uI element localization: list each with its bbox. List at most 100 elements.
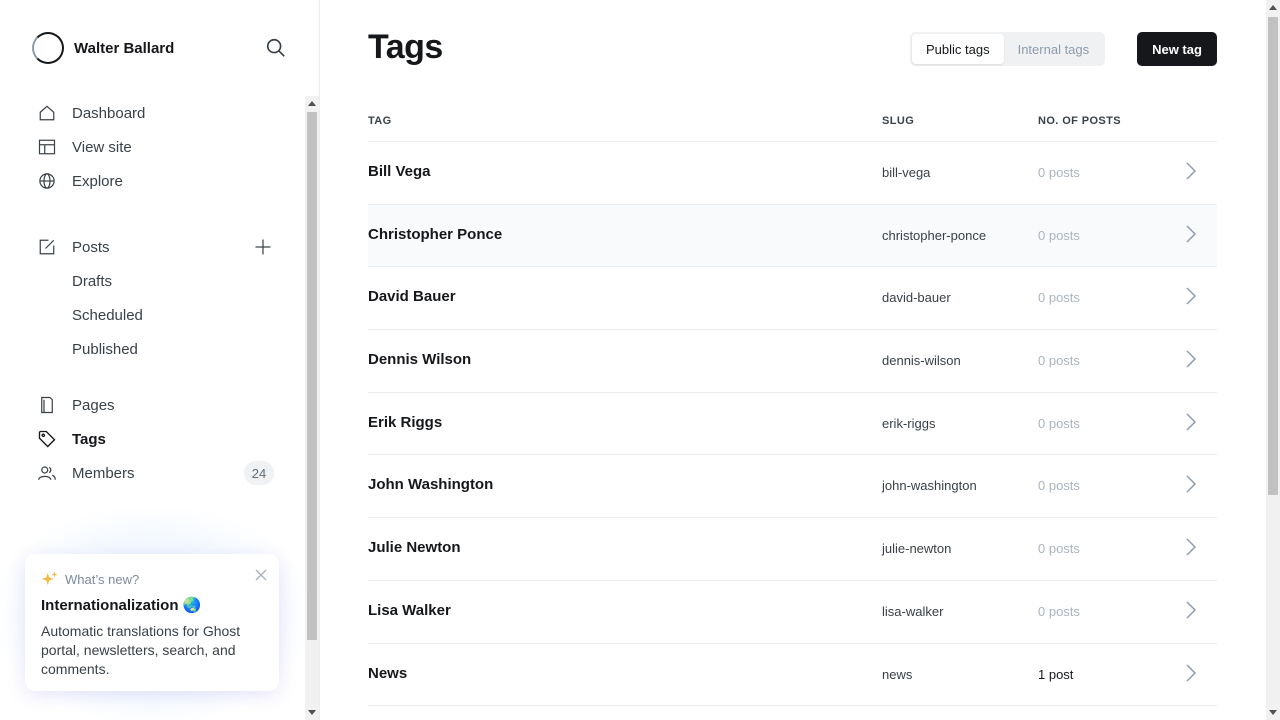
tag-name: Lisa Walker [368,601,451,619]
nav-members[interactable]: Members 24 [32,456,282,490]
tag-name: John Washington [368,476,494,494]
layout-icon [38,138,56,156]
tag-slug: bill-vega [882,165,931,180]
tag-slug: john-washington [882,478,977,494]
whats-new-kicker: What’s new? [41,570,263,588]
scroll-up-arrow[interactable] [308,101,316,106]
chevron-right-icon [1184,286,1198,306]
nav-dashboard-label: Dashboard [72,104,146,122]
tag-slug: dennis-wilson [882,353,961,369]
column-header-slug: SLUG [882,115,915,127]
tags-table: Bill Vega bill-vega 0 posts Christopher … [368,142,1217,707]
table-row[interactable]: John Washington john-washington 0 posts [368,455,1217,519]
whats-new-card[interactable]: What’s new? Internationalization 🌏 Autom… [25,554,279,691]
content-nav: Pages Tags Members 24 [32,388,282,490]
tab-public-tags[interactable]: Public tags [912,34,1004,64]
site-name: Walter Ballard [74,39,175,57]
whats-new-description: Automatic translations for Ghost portal,… [41,623,241,677]
tag-post-count: 0 posts [1038,290,1080,306]
tag-slug: news [882,666,913,682]
tag-post-count: 0 posts [1038,165,1080,180]
tag-name: Erik Riggs [368,413,443,431]
tag-slug: christopher-ponce [882,227,987,243]
table-row[interactable]: Lisa Walker lisa-walker 0 posts [368,581,1217,644]
table-row[interactable]: Erik Riggs erik-riggs 0 posts [368,393,1217,456]
nav-published[interactable]: Published [32,332,282,366]
scrollbar-thumb[interactable] [1268,17,1278,495]
chevron-right-icon [1184,412,1198,432]
chevron-right-icon [1184,161,1198,181]
tab-internal-tags[interactable]: Internal tags [1004,34,1104,64]
table-header: TAG SLUG NO. OF POSTS [368,112,1217,142]
new-post-plus-icon[interactable] [254,238,272,256]
nav-pages-label: Pages [72,396,115,414]
site-brand[interactable]: Walter Ballard [32,32,174,64]
tag-name: Dennis Wilson [368,351,472,369]
members-count-badge: 24 [244,461,274,485]
tag-post-count: 0 posts [1038,227,1080,243]
column-header-tag: TAG [368,115,392,127]
site-logo [32,32,64,64]
scroll-up-arrow[interactable] [1269,5,1277,10]
home-icon [38,104,56,122]
page-icon [38,396,56,414]
sidebar-scrollbar[interactable] [305,96,319,720]
scrollbar-thumb[interactable] [307,112,317,640]
nav-view-site-label: View site [72,138,132,156]
tag-post-count: 0 posts [1038,541,1080,557]
edit-icon [38,238,56,256]
nav-tags[interactable]: Tags [32,422,282,456]
tag-slug: julie-newton [882,541,952,557]
chevron-right-icon [1184,600,1198,620]
nav-explore[interactable]: Explore [32,164,282,198]
globe-icon [38,172,56,190]
nav-posts[interactable]: Posts [32,230,282,264]
tag-icon [38,430,56,448]
nav-drafts[interactable]: Drafts [32,264,282,298]
chevron-right-icon [1184,537,1198,557]
table-row[interactable]: David Bauer david-bauer 0 posts [368,267,1217,331]
tag-post-count: 0 posts [1038,353,1080,369]
tag-post-count: 0 posts [1038,603,1080,619]
tag-name: David Bauer [368,288,456,306]
nav-scheduled-label: Scheduled [72,306,143,324]
tag-name: Julie Newton [368,539,461,557]
chevron-right-icon [1184,224,1198,244]
nav-dashboard[interactable]: Dashboard [32,96,282,130]
nav-members-label: Members [72,464,135,482]
chevron-right-icon [1184,474,1198,494]
page-scrollbar[interactable] [1266,0,1280,720]
search-icon[interactable] [265,37,289,61]
nav-scheduled[interactable]: Scheduled [32,298,282,332]
tag-post-count: 0 posts [1038,415,1080,431]
scroll-down-arrow[interactable] [308,710,316,715]
tag-name: Christopher Ponce [368,225,503,243]
whats-new-title: Internationalization 🌏 [41,597,202,614]
table-row[interactable]: Dennis Wilson dennis-wilson 0 posts [368,330,1217,393]
chevron-right-icon [1184,349,1198,369]
table-row[interactable]: Bill Vega bill-vega 0 posts [368,142,1217,205]
tag-slug: lisa-walker [882,603,944,619]
page-title: Tags [368,28,443,66]
new-tag-button[interactable]: New tag [1137,32,1217,66]
table-row[interactable]: Julie Newton julie-newton 0 posts [368,518,1217,581]
tag-name: Bill Vega [368,163,431,180]
table-row[interactable]: Christopher Ponce christopher-ponce 0 po… [368,204,1217,268]
nav-posts-label: Posts [72,238,110,256]
nav-drafts-label: Drafts [72,272,113,290]
sparkle-icon [41,570,59,588]
nav-published-label: Published [72,340,138,358]
tag-post-count: 0 posts [1038,478,1080,494]
whats-new-kicker-text: What’s new? [65,571,140,587]
tag-name: News [368,664,408,682]
main-nav: Dashboard View site Explore [32,96,282,198]
nav-pages[interactable]: Pages [32,388,282,422]
nav-view-site[interactable]: View site [32,130,282,164]
close-icon[interactable] [255,568,267,581]
tag-slug: erik-riggs [882,415,936,431]
chevron-right-icon [1184,663,1198,683]
table-row[interactable]: News news 1 post [368,644,1217,707]
scroll-down-arrow[interactable] [1269,710,1277,715]
main-content: Tags Public tags Internal tags New tag T… [320,0,1266,720]
column-header-posts: NO. OF POSTS [1038,115,1122,127]
